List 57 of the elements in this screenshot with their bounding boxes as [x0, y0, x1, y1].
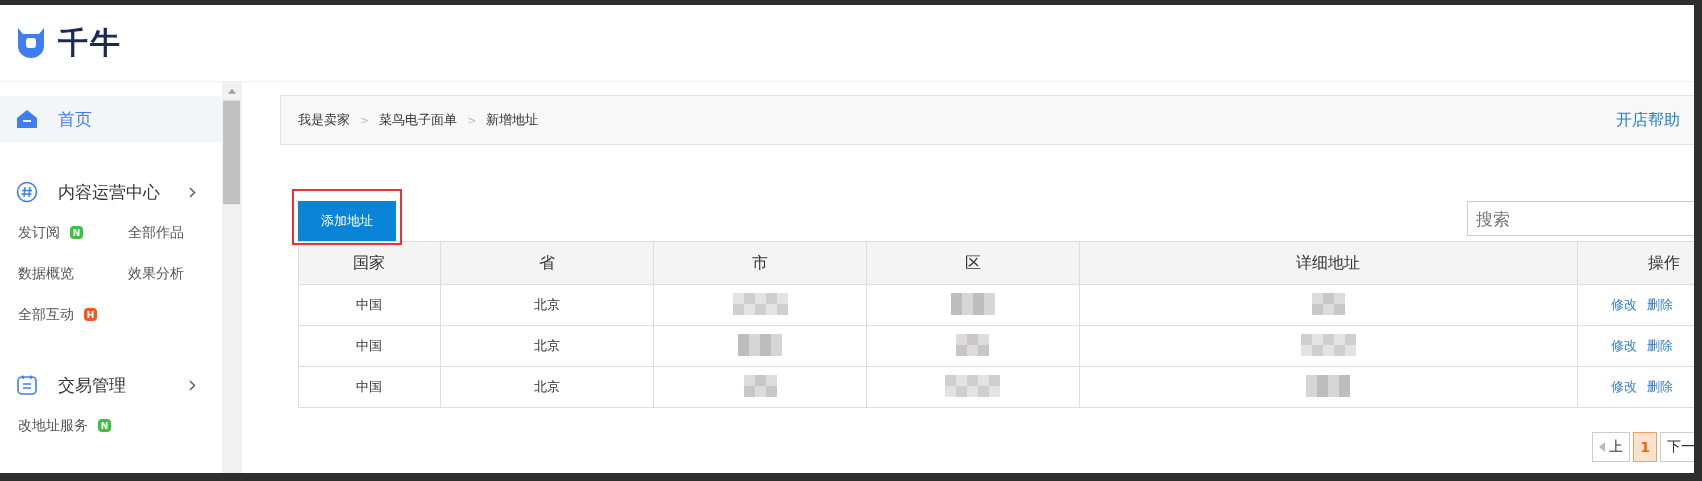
clipboard-icon [16, 374, 38, 396]
edit-link[interactable]: 修改 [1610, 338, 1637, 353]
home-icon [16, 109, 38, 129]
column-header: 详细地址 [1079, 241, 1578, 285]
delete-link[interactable]: 删除 [1646, 297, 1673, 312]
redacted-text [732, 292, 788, 315]
section-title[interactable]: 交易管理 [58, 373, 189, 397]
hash-icon [16, 181, 38, 203]
section-title[interactable]: 内容运营中心 [58, 180, 189, 204]
table-cell: 北京 [440, 284, 654, 326]
nav-link[interactable]: 数据概览 [18, 264, 74, 283]
redacted-text [956, 333, 990, 356]
table-cell: 北京 [440, 366, 654, 408]
scrollbar[interactable] [222, 82, 242, 473]
edit-link[interactable]: 修改 [1610, 297, 1637, 312]
redacted-text [738, 333, 783, 356]
column-header: 省 [440, 241, 654, 285]
table-cell: 北京 [440, 325, 654, 367]
breadcrumb-separator: > [467, 113, 477, 127]
chevron-right-icon [189, 379, 196, 391]
badge: N [98, 419, 111, 432]
previous-page-button[interactable]: 上 [1592, 432, 1631, 462]
nav-link[interactable]: 发订阅 [18, 223, 60, 242]
column-header: 市 [653, 241, 867, 285]
search-field[interactable]: 搜索 [1467, 201, 1694, 236]
nav-link[interactable]: 全部互动 [18, 305, 74, 324]
nav-item[interactable]: 首页 [0, 96, 222, 142]
next-page-button[interactable]: 下一 [1660, 432, 1694, 462]
logo-text: 千牛 [58, 23, 122, 62]
help-link[interactable]: 开店帮助 [1616, 109, 1680, 131]
delete-link[interactable]: 删除 [1646, 338, 1673, 353]
redacted-text [743, 374, 777, 397]
badge: N [70, 226, 83, 239]
nav-link[interactable]: 全部作品 [128, 223, 184, 242]
table-cell: 中国 [298, 366, 441, 408]
breadcrumb-separator: > [360, 113, 370, 127]
breadcrumb-item[interactable]: 菜鸟电子面单 [379, 111, 458, 129]
breadcrumb-item[interactable]: 我是卖家 [298, 111, 350, 129]
badge: H [84, 308, 97, 321]
nav-link[interactable]: 效果分析 [128, 264, 184, 283]
redacted-text [945, 374, 1001, 397]
column-header: 国家 [298, 241, 441, 285]
redacted-text [950, 292, 995, 315]
edit-link[interactable]: 修改 [1610, 379, 1637, 394]
nav-link[interactable]: 改地址服务 [18, 416, 88, 435]
column-header: 操作 [1577, 241, 1694, 285]
table-cell: 中国 [298, 284, 441, 326]
breadcrumb-item: 新增地址 [486, 111, 539, 129]
caret-left-icon [1599, 442, 1606, 452]
chevron-right-icon [189, 186, 196, 198]
column-header: 区 [866, 241, 1080, 285]
add-address-button[interactable]: 添加地址 [298, 201, 396, 241]
redacted-text [1311, 292, 1345, 315]
delete-link[interactable]: 删除 [1646, 379, 1673, 394]
table-cell: 中国 [298, 325, 441, 367]
redacted-text [1300, 333, 1356, 356]
redacted-text [1306, 374, 1351, 397]
